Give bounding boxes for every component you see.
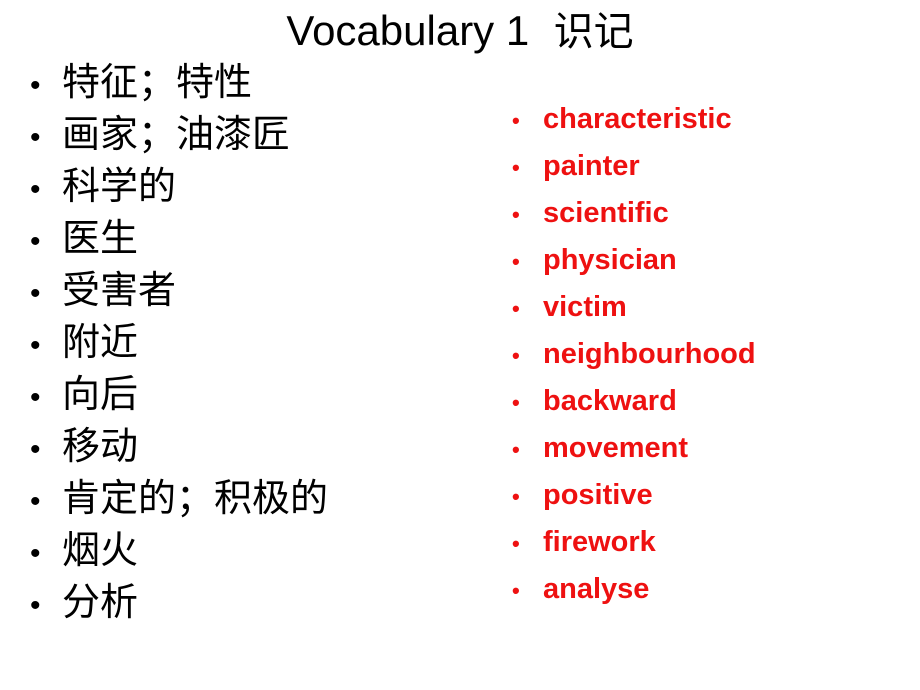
list-item[interactable]: • backward	[512, 378, 912, 425]
bullet-icon: •	[512, 249, 520, 274]
list-item-label: 科学的	[62, 164, 177, 208]
bullet-icon: •	[512, 484, 520, 509]
english-vocabulary-list: • characteristic • painter • scientific …	[512, 96, 912, 613]
list-item[interactable]: • movement	[512, 425, 912, 472]
list-item[interactable]: • 移动	[30, 420, 490, 472]
list-item-label: 分析	[62, 580, 139, 624]
list-item-label: firework	[543, 526, 656, 558]
list-item-label: painter	[543, 150, 640, 182]
bullet-icon: •	[30, 433, 41, 466]
bullet-icon: •	[30, 277, 41, 310]
bullet-icon: •	[30, 225, 41, 258]
list-item-label: 受害者	[62, 268, 177, 312]
list-item-label: 附近	[62, 320, 139, 364]
list-item-label: movement	[543, 432, 689, 464]
bullet-icon: •	[30, 69, 41, 102]
bullet-icon: •	[512, 390, 520, 415]
bullet-icon: •	[512, 437, 520, 462]
list-item-label: characteristic	[543, 103, 732, 135]
list-item[interactable]: • firework	[512, 519, 912, 566]
bullet-icon: •	[30, 381, 41, 414]
list-item-label: 向后	[62, 372, 139, 416]
bullet-icon: •	[30, 173, 41, 206]
list-item-label: physician	[543, 244, 677, 276]
page-title-cjk: 识记	[540, 9, 634, 55]
list-item[interactable]: • 科学的	[30, 160, 490, 212]
list-item-label: analyse	[543, 573, 650, 605]
list-item[interactable]: • 烟火	[30, 524, 490, 576]
bullet-icon: •	[512, 531, 520, 556]
list-item[interactable]: • 肯定的；积极的	[30, 472, 490, 524]
list-item-label: neighbourhood	[543, 338, 756, 370]
list-item[interactable]: • 画家；油漆匠	[30, 108, 490, 160]
list-item[interactable]: • 向后	[30, 368, 490, 420]
bullet-icon: •	[512, 155, 520, 180]
list-item-label: 肯定的；积极的	[62, 476, 329, 520]
bullet-icon: •	[512, 108, 520, 133]
page-title: Vocabulary 1 识记	[0, 6, 920, 57]
list-item-label: 特征；特性	[62, 60, 253, 104]
list-item[interactable]: • 受害者	[30, 264, 490, 316]
bullet-icon: •	[30, 329, 41, 362]
list-item[interactable]: • positive	[512, 472, 912, 519]
bullet-icon: •	[512, 202, 520, 227]
list-item[interactable]: • victim	[512, 284, 912, 331]
list-item[interactable]: • scientific	[512, 190, 912, 237]
bullet-icon: •	[512, 578, 520, 603]
list-item[interactable]: • physician	[512, 237, 912, 284]
bullet-icon: •	[30, 537, 41, 570]
bullet-icon: •	[512, 296, 520, 321]
bullet-icon: •	[30, 121, 41, 154]
list-item[interactable]: • 附近	[30, 316, 490, 368]
list-item[interactable]: • analyse	[512, 566, 912, 613]
list-item[interactable]: • neighbourhood	[512, 331, 912, 378]
bullet-icon: •	[512, 343, 520, 368]
list-item-label: victim	[543, 291, 627, 323]
list-item-label: scientific	[543, 197, 669, 229]
list-item-label: 烟火	[62, 528, 139, 572]
list-item[interactable]: • 特征；特性	[30, 56, 490, 108]
bullet-icon: •	[30, 589, 41, 622]
list-item-label: 画家；油漆匠	[62, 112, 291, 156]
list-item-label: backward	[543, 385, 677, 417]
bullet-icon: •	[30, 485, 41, 518]
list-item-label: 医生	[62, 216, 139, 260]
list-item[interactable]: • painter	[512, 143, 912, 190]
chinese-vocabulary-list: • 特征；特性 • 画家；油漆匠 • 科学的 • 医生 • 受害者 • 附近 •…	[30, 56, 490, 628]
list-item[interactable]: • 医生	[30, 212, 490, 264]
list-item[interactable]: • 分析	[30, 576, 490, 628]
list-item[interactable]: • characteristic	[512, 96, 912, 143]
page-title-latin: Vocabulary 1	[286, 7, 541, 54]
list-item-label: positive	[543, 479, 653, 511]
list-item-label: 移动	[62, 424, 139, 468]
vocabulary-slide: Vocabulary 1 识记 • 特征；特性 • 画家；油漆匠 • 科学的 •…	[0, 0, 920, 690]
